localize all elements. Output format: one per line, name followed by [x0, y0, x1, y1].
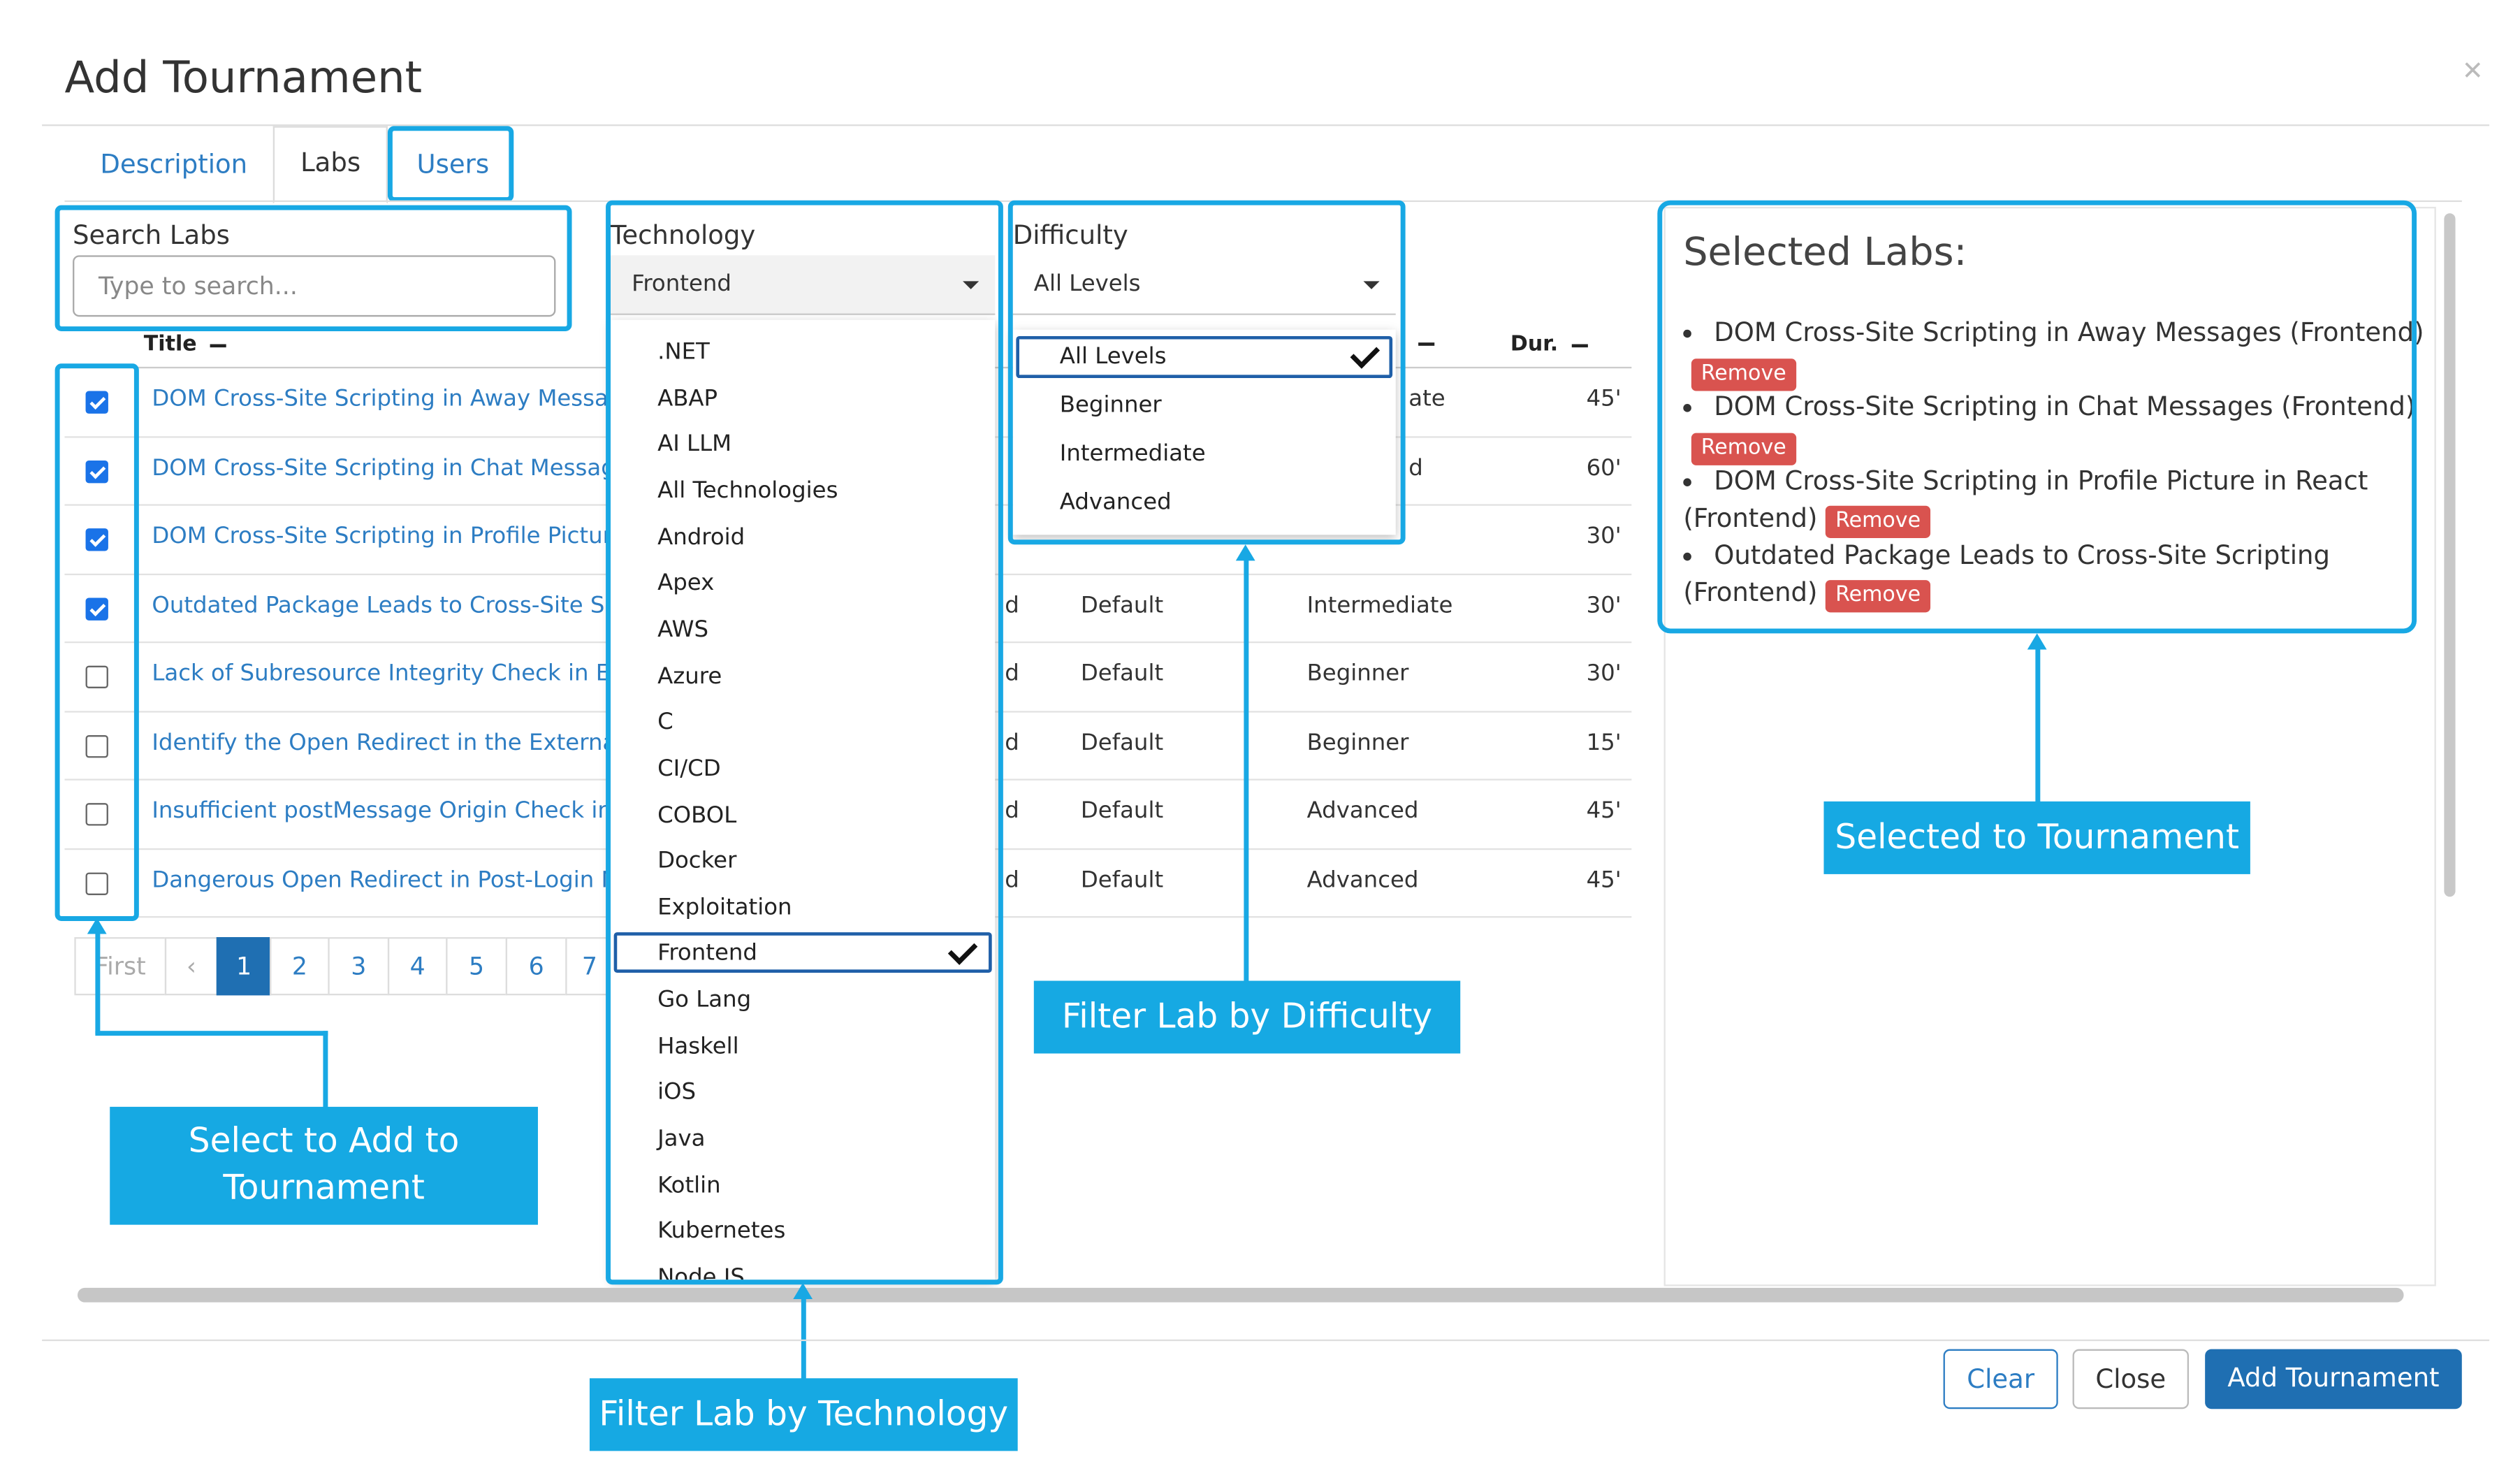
lab-title-link[interactable]: DOM Cross-Site Scripting in Away Message…	[152, 386, 611, 412]
arrow-up-icon	[87, 918, 107, 934]
pagination-page[interactable]: 5	[446, 937, 508, 996]
search-label: Search Labs	[73, 219, 230, 251]
lab-technology: d	[1005, 660, 1019, 687]
checkbox-column-highlight	[54, 363, 139, 921]
lab-difficulty: Beginner	[1306, 729, 1409, 755]
close-icon[interactable]: ✕	[2462, 55, 2484, 86]
pagination-prev[interactable]: ‹	[164, 937, 219, 996]
lab-type: Default	[1080, 660, 1164, 687]
lab-title-link[interactable]: DOM Cross-Site Scripting in Profile Pict…	[152, 523, 611, 549]
pagination-page[interactable]: 4	[387, 937, 448, 996]
lab-type: Default	[1080, 867, 1164, 893]
lab-difficulty: Advanced	[1306, 798, 1419, 825]
add-tournament-button[interactable]: Add Tournament	[2205, 1349, 2462, 1409]
lab-duration: 45'	[1586, 798, 1622, 825]
technology-highlight	[606, 200, 1003, 1285]
title-column-header[interactable]: Title	[144, 333, 226, 357]
lab-title-link[interactable]: Identify the Open Redirect in the Extern…	[152, 730, 611, 755]
lab-title-link[interactable]: Lack of Subresource Integrity Check in E…	[152, 661, 611, 687]
search-input[interactable]: Type to search...	[73, 255, 556, 317]
connector-line	[1244, 554, 1249, 983]
footer-divider	[42, 1339, 2490, 1342]
lab-duration: 30'	[1586, 660, 1622, 687]
collapse-icon	[1418, 342, 1435, 346]
callout-select-to-add: Select to Add to Tournament	[110, 1106, 538, 1225]
lab-technology: d	[1005, 867, 1019, 893]
collapse-icon	[1571, 343, 1587, 347]
connector-line	[95, 1031, 328, 1036]
tab-labs[interactable]: Labs	[272, 126, 388, 204]
lab-duration: 15'	[1586, 729, 1622, 755]
lab-type: Default	[1080, 592, 1164, 618]
lab-difficulty: Beginner	[1306, 660, 1409, 687]
lab-technology: d	[1005, 729, 1019, 755]
close-button[interactable]: Close	[2072, 1349, 2190, 1409]
lab-type: Default	[1080, 798, 1164, 825]
horizontal-scrollbar[interactable]	[77, 1287, 2404, 1303]
callout-selected-to-tournament: Selected to Tournament	[1823, 801, 2250, 874]
lab-duration: 30'	[1586, 592, 1622, 618]
scrollbar-thumb[interactable]	[2443, 213, 2455, 897]
lab-difficulty: d	[1408, 454, 1423, 481]
difficulty-highlight	[1007, 200, 1406, 545]
callout-filter-technology: Filter Lab by Technology	[589, 1378, 1018, 1451]
lab-duration: 45'	[1586, 386, 1622, 412]
pagination-page[interactable]: 1	[216, 937, 272, 996]
lab-duration: 45'	[1586, 867, 1622, 893]
selected-labs-highlight	[1657, 200, 2417, 634]
lab-technology: d	[1005, 798, 1019, 825]
connector-line	[323, 1031, 328, 1109]
connector-line	[95, 927, 101, 1034]
duration-column-header[interactable]: Dur.	[1510, 333, 1587, 357]
users-tab-highlight	[387, 126, 514, 203]
callout-line: Select to Add to	[188, 1121, 460, 1161]
dialog-title: Add Tournament	[64, 53, 423, 103]
lab-title-link[interactable]: Dangerous Open Redirect in Post-Login Na…	[152, 867, 611, 892]
scrollbar-track[interactable]	[2440, 213, 2457, 905]
lab-type: Default	[1080, 729, 1164, 755]
lab-technology: d	[1005, 592, 1019, 618]
pagination-page[interactable]: 2	[270, 937, 330, 996]
pagination-page[interactable]: 3	[328, 937, 390, 996]
lab-difficulty: Intermediate	[1306, 592, 1453, 618]
collapse-icon	[210, 343, 226, 347]
lab-title-link[interactable]: Outdated Package Leads to Cross-Site Scr…	[152, 592, 611, 618]
connector-line	[2035, 643, 2041, 804]
connector-line	[801, 1292, 806, 1380]
tab-description[interactable]: Description	[74, 129, 273, 201]
lab-difficulty: ate	[1408, 386, 1445, 412]
title-header-label: Title	[143, 333, 197, 357]
lab-duration: 60'	[1586, 454, 1622, 481]
lab-duration: 30'	[1586, 523, 1622, 550]
pagination-first[interactable]: First	[74, 937, 167, 996]
duration-header-label: Dur.	[1510, 333, 1559, 357]
callout-filter-difficulty: Filter Lab by Difficulty	[1033, 980, 1461, 1054]
lab-difficulty: Advanced	[1306, 867, 1419, 893]
lab-title-link[interactable]: Insufficient postMessage Origin Check in…	[152, 798, 611, 824]
callout-line: Tournament	[223, 1168, 425, 1208]
clear-button[interactable]: Clear	[1943, 1349, 2058, 1409]
lab-title-link[interactable]: DOM Cross-Site Scripting in Chat Message…	[152, 455, 611, 481]
pagination-page[interactable]: 6	[505, 937, 567, 996]
